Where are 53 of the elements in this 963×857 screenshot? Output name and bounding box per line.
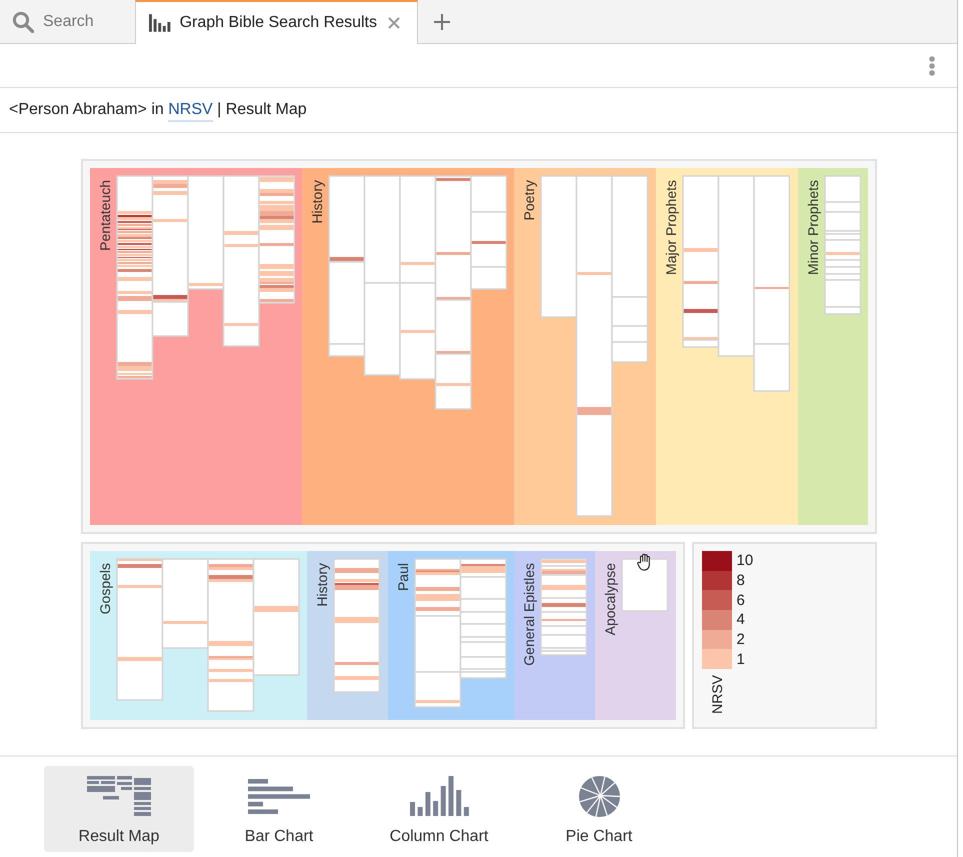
stacked-blocks-icon: [87, 776, 151, 816]
book-block[interactable]: [258, 175, 295, 304]
book-block[interactable]: [470, 211, 507, 268]
book-block[interactable]: [540, 565, 587, 576]
book-block[interactable]: [540, 597, 587, 613]
legend-title: NRSV: [710, 675, 724, 714]
book-block[interactable]: [414, 558, 461, 617]
book-block[interactable]: [116, 558, 163, 701]
pie-chart-icon: [578, 776, 620, 817]
section-label: History: [314, 563, 328, 607]
book-block[interactable]: [459, 558, 506, 578]
view-button[interactable]: Pie Chart: [524, 766, 674, 852]
close-icon: [388, 17, 400, 29]
tab[interactable]: Search: [0, 0, 135, 43]
close-tab-button[interactable]: [386, 15, 402, 31]
book-block[interactable]: [151, 175, 188, 303]
book-block[interactable]: [434, 175, 472, 301]
section-label: History: [310, 180, 324, 224]
search-icon: [12, 10, 34, 32]
tab[interactable]: Graph Bible Search Results: [135, 0, 418, 44]
section-label: Gospels: [98, 563, 112, 614]
section-label: Pentateuch: [98, 180, 112, 251]
legend-label: 10: [736, 553, 754, 568]
column-chart-icon: [410, 776, 468, 816]
book-block[interactable]: [332, 558, 380, 693]
bar-chart-icon: [248, 779, 310, 814]
book-block[interactable]: [540, 611, 587, 627]
section-label: Paul: [396, 563, 410, 592]
view-button[interactable]: Result Map: [44, 766, 194, 852]
section-label: Apocalypse: [602, 563, 616, 636]
legend-label: 4: [736, 612, 745, 628]
book-block[interactable]: [682, 175, 719, 341]
plus-icon: [434, 14, 450, 30]
view-button[interactable]: Column Chart: [364, 766, 514, 852]
section-label: Minor Prophets: [806, 180, 820, 275]
query-summary: <Person Abraham> in NRSV | Result Map: [9, 98, 307, 122]
section-label: Major Prophets: [664, 180, 678, 275]
section-label: General Epistles: [522, 563, 536, 666]
bar-chart-icon: [149, 14, 171, 32]
more-options-icon: [929, 56, 935, 76]
book-block[interactable]: [434, 299, 472, 355]
legend-label: 8: [736, 573, 745, 588]
book-block[interactable]: [620, 558, 668, 612]
legend-label: 6: [736, 592, 745, 608]
book-block[interactable]: [575, 175, 612, 517]
section-label: Poetry: [522, 180, 536, 220]
legend-label: 2: [736, 632, 745, 648]
book-block[interactable]: [328, 175, 365, 263]
book-block[interactable]: [206, 558, 254, 712]
view-button[interactable]: Bar Chart: [204, 766, 354, 852]
legend-label: 1: [736, 652, 745, 667]
book-block[interactable]: [116, 175, 153, 380]
resource-link[interactable]: NRSV: [168, 101, 213, 122]
